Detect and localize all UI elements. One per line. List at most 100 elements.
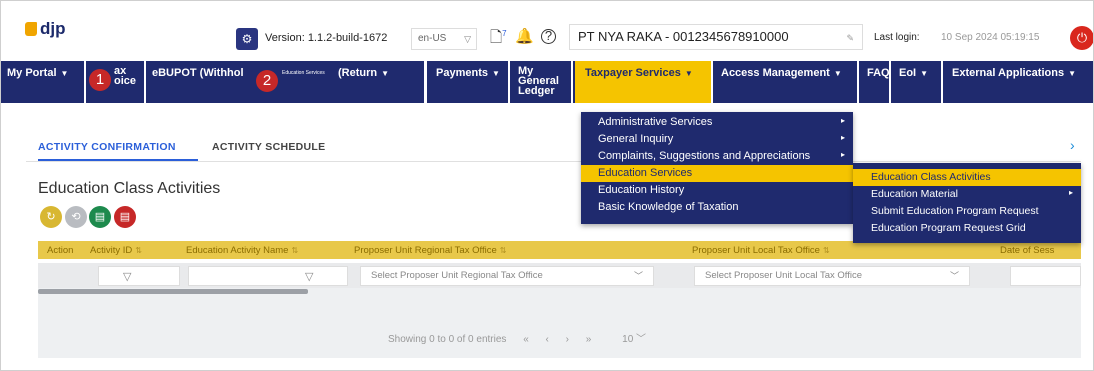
nav-external-applications[interactable]: External Applications ▼: [943, 61, 1093, 103]
menu-item-complaints[interactable]: Complaints, Suggestions and Appreciation…: [581, 148, 853, 165]
menu-item-education-history[interactable]: Education History: [581, 182, 853, 199]
nav-payments[interactable]: Payments ▼: [428, 61, 510, 103]
sort-icon[interactable]: ⇅: [500, 246, 507, 255]
col-date-of-session: Date of Sess: [1000, 245, 1055, 256]
nav-taxpayer-services[interactable]: Taxpayer Services ▼: [575, 61, 713, 103]
pagination: Showing 0 to 0 of 0 entries « ‹ › » 10 ﹀: [388, 330, 646, 345]
menu-item-education-material[interactable]: Education Material ▸: [853, 186, 1081, 203]
last-login-label: Last login:: [874, 32, 920, 43]
education-services-tooltip: Education Services: [282, 70, 325, 76]
funnel-icon: ▽: [123, 271, 132, 283]
date-filter[interactable]: [1010, 266, 1081, 286]
chevron-down-icon: ﹀: [633, 271, 643, 281]
tab-activity-confirmation[interactable]: ACTIVITY CONFIRMATION: [38, 141, 176, 153]
page-size-select[interactable]: 10 ﹀: [608, 334, 646, 345]
col-proposer-regional[interactable]: Proposer Unit Regional Tax Office ⇅: [354, 245, 506, 256]
nav-label: Return: [341, 67, 378, 79]
funnel-icon: ▽: [305, 271, 314, 283]
local-office-filter[interactable]: Select Proposer Unit Local Tax Office ﹀: [694, 266, 970, 286]
col-activity-id[interactable]: Activity ID ⇅: [90, 245, 142, 256]
sort-icon[interactable]: ⇅: [291, 246, 298, 255]
nav-label: eBUPOT (Withhol: [152, 67, 244, 79]
version-label: Version:: [265, 32, 305, 44]
edit-icon[interactable]: ✎: [846, 26, 854, 50]
paging-info: Showing 0 to 0 of 0 entries: [388, 334, 507, 345]
logo-text: djp: [40, 19, 66, 38]
nav-label: FAQ: [867, 67, 890, 79]
version-icon[interactable]: ⚙: [236, 28, 258, 50]
chevron-down-icon: ﹀: [949, 271, 959, 281]
caret-down-icon: ▼: [491, 69, 500, 78]
activity-id-filter[interactable]: ▽: [98, 266, 180, 286]
help-icon[interactable]: ?: [541, 29, 556, 44]
regional-filter-placeholder: Select Proposer Unit Regional Tax Office: [371, 270, 543, 281]
col-education-activity-name[interactable]: Education Activity Name ⇅: [186, 245, 298, 256]
sort-icon[interactable]: ⇅: [135, 246, 142, 255]
menu-item-education-services[interactable]: Education Services: [581, 165, 853, 182]
col-proposer-local[interactable]: Proposer Unit Local Tax Office ⇅: [692, 245, 830, 256]
company-name: PT NYA RAKA - 0012345678910000: [578, 29, 789, 44]
nav-label: External Applications: [952, 67, 1065, 79]
step-badge-1: 1: [89, 69, 111, 91]
reset-button[interactable]: ⟲: [65, 206, 87, 228]
horizontal-scrollbar[interactable]: [38, 289, 308, 294]
first-page-icon[interactable]: «: [523, 334, 529, 345]
bell-icon[interactable]: 🔔: [515, 27, 534, 45]
document-icon[interactable]: 🗋7: [490, 27, 507, 52]
pdf-export-button[interactable]: ▤: [114, 206, 136, 228]
language-select[interactable]: en-US ▽: [411, 28, 477, 50]
menu-item-general-inquiry[interactable]: General Inquiry ▸: [581, 131, 853, 148]
version-info: Version: 1.1.2-build-1672: [265, 32, 387, 44]
table-body: [38, 288, 1081, 358]
menu-item-submit-education-request[interactable]: Submit Education Program Request: [853, 203, 1081, 220]
caret-down-icon: ▼: [920, 69, 929, 78]
nav-label: Access Management: [721, 67, 830, 79]
filter-row: ▽ ▽ Select Proposer Unit Regional Tax Of…: [38, 263, 1081, 288]
sort-icon[interactable]: ⇅: [823, 246, 830, 255]
menu-item-education-class-activities[interactable]: Education Class Activities: [853, 169, 1081, 186]
power-icon[interactable]: ⏻: [1070, 26, 1093, 50]
menu-item-administrative-services[interactable]: Administrative Services ▸: [581, 114, 853, 131]
excel-export-button[interactable]: ▤: [89, 206, 111, 228]
nav-access-management[interactable]: Access Management ▼: [713, 61, 859, 103]
chevron-right-icon[interactable]: ›: [1070, 137, 1075, 153]
caret-down-icon: ▼: [60, 69, 69, 78]
logo-mark-icon: [25, 22, 37, 36]
activity-name-filter[interactable]: ▽: [188, 266, 348, 286]
tab-activity-schedule[interactable]: ACTIVITY SCHEDULE: [212, 141, 325, 153]
caret-down-icon: ▼: [381, 69, 390, 78]
local-filter-placeholder: Select Proposer Unit Local Tax Office: [705, 270, 863, 281]
nav-label: Payments: [436, 67, 488, 79]
djp-logo[interactable]: djp: [25, 19, 66, 39]
nav-return[interactable]: (Return ▼: [334, 61, 426, 103]
chevron-right-icon: ▸: [840, 116, 845, 125]
chevron-right-icon: ▸: [1068, 188, 1073, 197]
nav-label: ax oice: [114, 65, 137, 87]
prev-page-icon[interactable]: ‹: [546, 334, 549, 345]
regional-office-filter[interactable]: Select Proposer Unit Regional Tax Office…: [360, 266, 654, 286]
top-header: djp ⚙ Version: 1.1.2-build-1672 en-US ▽ …: [1, 1, 1093, 52]
taxpayer-services-menu: Administrative Services ▸ General Inquiry…: [581, 112, 853, 224]
app-window: djp ⚙ Version: 1.1.2-build-1672 en-US ▽ …: [0, 0, 1094, 371]
menu-item-education-request-grid[interactable]: Education Program Request Grid: [853, 220, 1081, 237]
company-selector[interactable]: PT NYA RAKA - 0012345678910000 ✎: [569, 24, 863, 50]
menu-item-basic-knowledge[interactable]: Basic Knowledge of Taxation: [581, 199, 853, 216]
caret-down-icon: ▼: [684, 69, 693, 78]
nav-eoi[interactable]: EoI ▼: [891, 61, 943, 103]
notification-count: 7: [502, 29, 507, 38]
last-page-icon[interactable]: »: [586, 334, 592, 345]
col-action: Action: [47, 245, 74, 256]
page-title: Education Class Activities: [38, 180, 221, 197]
refresh-button[interactable]: ↻: [40, 206, 62, 228]
nav-label: Taxpayer Services: [585, 67, 681, 79]
nav-label: EoI: [899, 67, 917, 79]
table-header: Action Activity ID ⇅ Education Activity N…: [38, 241, 1081, 259]
next-page-icon[interactable]: ›: [566, 334, 569, 345]
nav-label: My Portal: [7, 67, 57, 79]
nav-my-general-ledger[interactable]: My General Ledger: [510, 61, 573, 103]
step-badge-2: 2: [256, 70, 278, 92]
nav-my-portal[interactable]: My Portal ▼: [1, 61, 86, 103]
chevron-down-icon: ▽: [464, 34, 471, 44]
nav-label: Ledger: [518, 85, 555, 97]
nav-faq[interactable]: FAQ: [859, 61, 891, 103]
